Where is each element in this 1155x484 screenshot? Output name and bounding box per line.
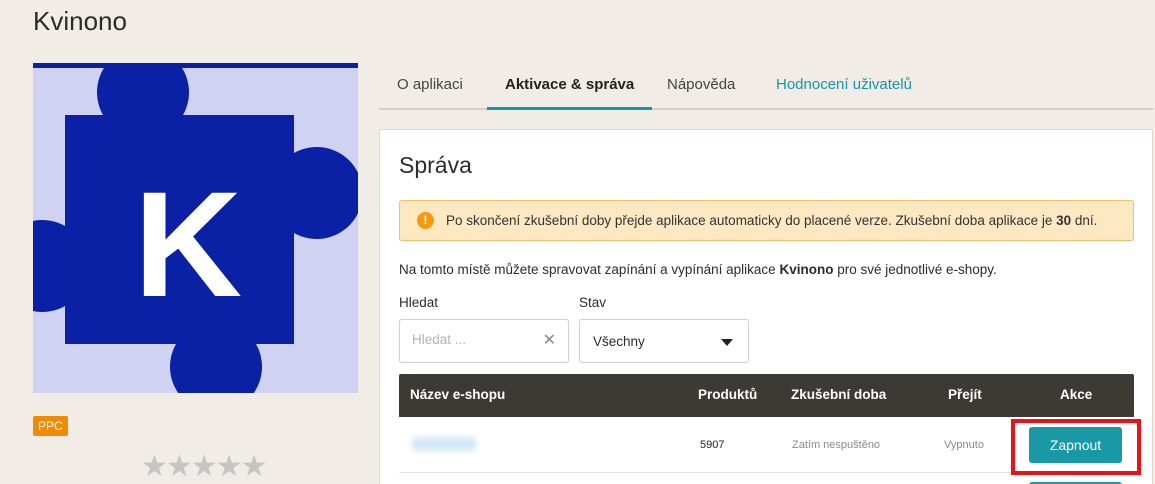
close-icon[interactable]: ✕ <box>543 332 556 350</box>
management-panel: Správa ! Po skončení zkušební doby přejd… <box>379 129 1153 484</box>
search-box: ✕ <box>399 319 569 363</box>
status-select-value: Všechny <box>593 334 645 349</box>
panel-title: Správa <box>399 152 472 178</box>
category-badge: PPC <box>33 416 68 436</box>
col-switch: Přejít <box>948 387 982 402</box>
col-trial: Zkušební doba <box>791 387 887 402</box>
col-products: Produktů <box>698 387 758 402</box>
table-header: Název e-shopu Produktů Zkušební doba Pře… <box>399 374 1134 417</box>
eshop-name-blurred <box>411 437 477 451</box>
tab-help[interactable]: Nápověda <box>649 64 753 110</box>
cell-switch: Vypnuto <box>944 439 984 451</box>
status-label: Stav <box>579 295 607 310</box>
col-action: Akce <box>1060 387 1093 402</box>
app-logo: K <box>33 63 358 393</box>
kvinono-logo-icon: K <box>33 68 358 393</box>
alert-text: Po skončení zkušební doby přejde aplikac… <box>446 213 1098 228</box>
search-label: Hledat <box>399 295 439 310</box>
logo-letter: K <box>134 160 242 328</box>
tab-about[interactable]: O aplikaci <box>379 64 481 110</box>
page-title: Kvinono <box>33 6 127 36</box>
trial-alert: ! Po skončení zkušební doby přejde aplik… <box>399 200 1134 241</box>
caret-down-icon <box>721 339 733 346</box>
status-select[interactable]: Všechny <box>579 319 749 363</box>
management-description: Na tomto místě můžete spravovat zapínání… <box>399 262 997 277</box>
tab-reviews[interactable]: Hodnocení uživatelů <box>758 64 930 110</box>
cell-products: 5907 <box>700 439 725 451</box>
col-name: Název e-shopu <box>410 387 506 402</box>
enable-button[interactable]: Zapnout <box>1029 427 1122 463</box>
tab-activation[interactable]: Aktivace & správa <box>487 64 653 110</box>
cell-trial: Zatím nespuštěno <box>792 439 881 451</box>
warning-icon: ! <box>417 212 434 229</box>
rating-stars-icon: ★★★★★ <box>141 450 267 483</box>
search-input[interactable] <box>412 332 537 347</box>
tab-bar: O aplikaci Aktivace & správa Nápověda Ho… <box>379 64 1153 110</box>
